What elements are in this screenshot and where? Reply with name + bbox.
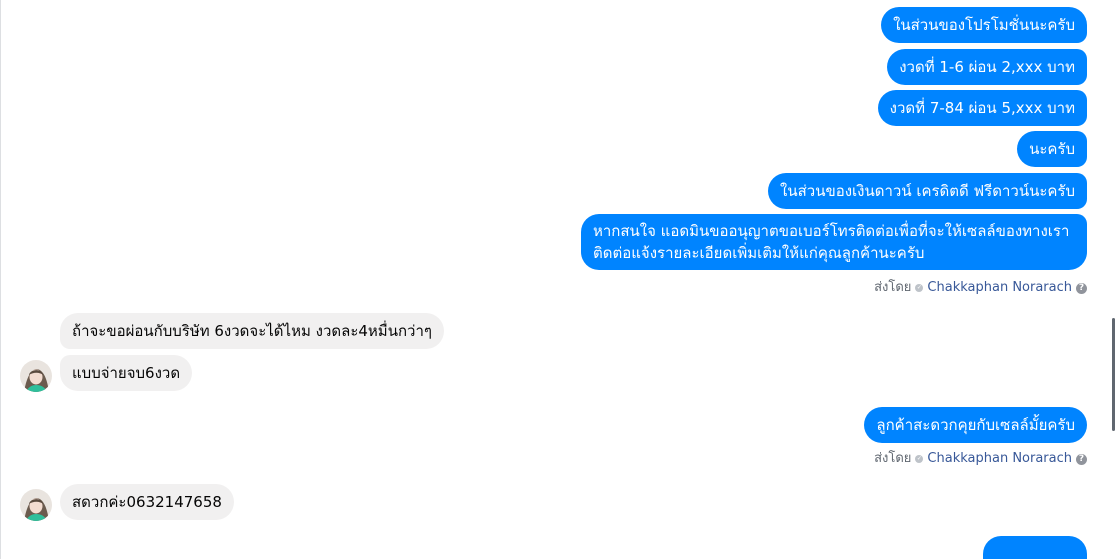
outgoing-message[interactable]: นะครับ — [1017, 131, 1087, 167]
incoming-message[interactable]: สดวกค่ะ0632147658 — [60, 484, 234, 520]
outgoing-message[interactable]: ลูกค้าสะดวกคุยกับเซลล์มั้ยครับ — [864, 407, 1087, 443]
message-text: ในส่วนของเงินดาวน์ เครดิตดี ฟรีดาวน์นะคร… — [780, 182, 1075, 200]
sent-by-label: ส่งโดย — [874, 451, 912, 466]
sent-by-author-link[interactable]: Chakkaphan Norarach — [927, 280, 1072, 296]
sent-by-indicator: ส่งโดย ✓ Chakkaphan Norarach ? — [874, 451, 1087, 467]
message-text: หากสนใจ แอดมินขออนุญาตขอเบอร์โทรติดต่อเพ… — [593, 222, 1070, 262]
message-text: ถ้าจะขอผ่อนกับบริษัท 6งวดจะได้ไหม งวดละ4… — [72, 322, 432, 340]
outgoing-message[interactable]: ในส่วนของเงินดาวน์ เครดิตดี ฟรีดาวน์นะคร… — [768, 173, 1087, 209]
outgoing-message[interactable]: งวดที่ 1-6 ผ่อน 2,xxx บาท — [887, 49, 1087, 85]
avatar-image — [20, 360, 52, 392]
message-text: งวดที่ 1-6 ผ่อน 2,xxx บาท — [899, 58, 1075, 76]
message-thread[interactable]: ในส่วนของโปรโมชั่นนะครับ งวดที่ 1-6 ผ่อน… — [0, 0, 1119, 559]
check-circle-icon: ✓ — [915, 455, 924, 463]
outgoing-message[interactable]: งวดที่ 7-84 ผ่อน 5,xxx บาท — [877, 90, 1087, 126]
question-circle-icon[interactable]: ? — [1076, 453, 1087, 465]
check-circle-icon: ✓ — [915, 284, 924, 292]
scrollbar-thumb[interactable] — [1112, 318, 1115, 431]
question-circle-icon[interactable]: ? — [1076, 282, 1087, 294]
message-text: ลูกค้าสะดวกคุยกับเซลล์มั้ยครับ — [876, 416, 1075, 434]
contact-avatar[interactable] — [20, 489, 52, 521]
incoming-message[interactable]: ถ้าจะขอผ่อนกับบริษัท 6งวดจะได้ไหม งวดละ4… — [60, 313, 444, 349]
contact-avatar[interactable] — [20, 360, 52, 392]
message-text: นะครับ — [1029, 140, 1075, 158]
sent-by-indicator: ส่งโดย ✓ Chakkaphan Norarach ? — [874, 280, 1087, 296]
outgoing-message-partial[interactable] — [983, 536, 1087, 559]
sent-by-label: ส่งโดย — [874, 280, 912, 295]
message-text: ในส่วนของโปรโมชั่นนะครับ — [893, 16, 1075, 34]
message-text: แบบจ่ายจบ6งวด — [72, 364, 181, 382]
message-text: งวดที่ 7-84 ผ่อน 5,xxx บาท — [889, 99, 1075, 117]
outgoing-message[interactable]: หากสนใจ แอดมินขออนุญาตขอเบอร์โทรติดต่อเพ… — [581, 214, 1087, 270]
incoming-message[interactable]: แบบจ่ายจบ6งวด — [60, 355, 193, 391]
message-text: สดวกค่ะ0632147658 — [72, 493, 222, 511]
avatar-image — [20, 489, 52, 521]
sent-by-author-link[interactable]: Chakkaphan Norarach — [927, 451, 1072, 467]
outgoing-message[interactable]: ในส่วนของโปรโมชั่นนะครับ — [881, 7, 1087, 43]
